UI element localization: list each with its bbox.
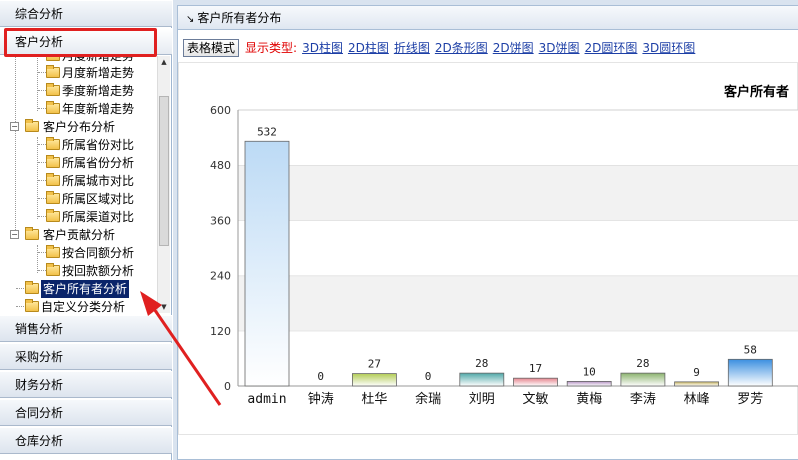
y-tick-label: 360 [210,214,231,227]
y-tick-label: 600 [210,104,231,117]
x-tick-label: 钟涛 [308,391,334,407]
x-tick-label: 林峰 [684,392,710,407]
bar [459,372,505,387]
bar-value-label: 27 [368,358,381,371]
y-tick-label: 240 [210,270,231,283]
y-tick-label: 120 [210,325,231,338]
bar-value-label: 532 [257,125,277,138]
owner-bar-chart: 0 120 240 360 480 600 532 admin 0 钟涛 27 杜华 0 余瑞 28 刘明 17… [210,104,798,407]
bar-value-label: 9 [693,366,700,379]
bar-value-label: 28 [475,357,488,370]
bar-value-label: 58 [744,343,757,356]
bar-value-label: 0 [317,370,324,383]
grid-band [238,275,798,331]
grid-band [238,220,798,276]
x-tick-label: 李涛 [630,391,656,407]
bar [620,372,666,387]
bar [566,380,612,387]
bar [244,140,290,387]
x-tick-label: 刘明 [469,392,495,407]
bar-value-label: 17 [529,362,542,375]
grid-band [238,110,798,166]
x-tick-label: 罗芳 [737,392,763,407]
x-tick-label: 余瑞 [415,391,441,407]
x-tick-label: 杜华 [361,392,387,407]
grid-band [238,165,798,221]
bar [513,377,558,387]
bar-value-label: 10 [583,365,596,378]
x-tick-label: admin [247,392,286,407]
bar-value-label: 28 [636,357,649,370]
x-tick-label: 黄梅 [576,392,602,407]
y-tick-label: 480 [210,159,231,172]
y-tick-label: 0 [224,380,231,393]
bar [351,373,397,387]
x-tick-label: 文敏 [522,392,548,407]
bar-value-label: 0 [425,370,432,383]
bar [727,358,773,387]
bar [674,381,719,387]
